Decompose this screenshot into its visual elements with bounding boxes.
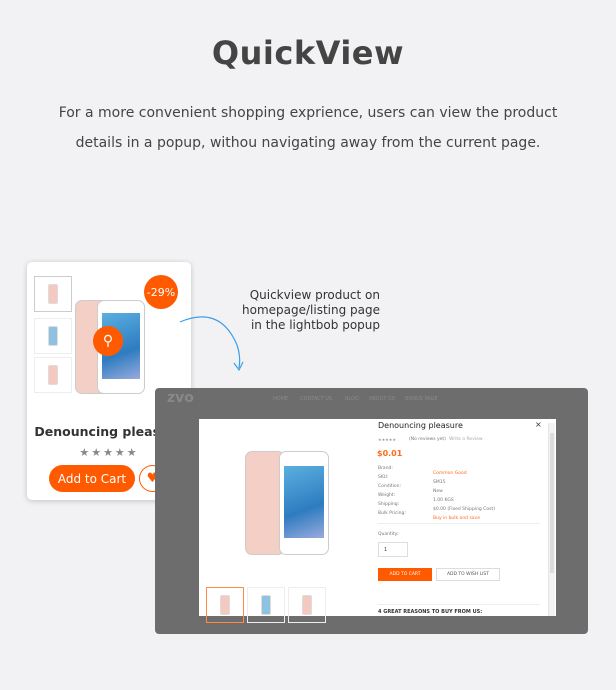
- product-image: [279, 451, 329, 555]
- detail-row: Bulk Pricing: Buy in bulk and save: [378, 511, 480, 521]
- thumbnail[interactable]: [34, 357, 72, 393]
- detail-row: Brand: Common Good: [378, 466, 467, 476]
- search-icon[interactable]: ⚲: [93, 326, 123, 356]
- divider: [378, 523, 540, 524]
- detail-row: Condition: New: [378, 484, 443, 494]
- thumbnail[interactable]: [34, 318, 72, 354]
- page-title: QuickView: [211, 34, 405, 72]
- scrollbar[interactable]: [548, 423, 555, 616]
- nav-item[interactable]: HOME: [273, 396, 288, 402]
- arrow-icon: [179, 316, 244, 372]
- rating-stars: ★★★★★: [378, 437, 396, 442]
- discount-badge: -29%: [144, 275, 178, 309]
- detail-row: SKU: SM15: [378, 475, 446, 485]
- price: $0.01: [377, 449, 403, 458]
- detail-row: Shipping: $0.00 (Fixed Shipping Cost): [378, 502, 495, 512]
- reasons-heading: 4 GREAT REASONS TO BUY FROM US:: [378, 609, 483, 615]
- add-to-cart-button[interactable]: Add to Cart: [49, 465, 135, 492]
- quantity-stepper[interactable]: 1: [378, 542, 408, 557]
- thumbnail[interactable]: [247, 587, 285, 623]
- thumbnail[interactable]: [34, 276, 72, 312]
- description-line: For a more convenient shopping exprience…: [58, 105, 558, 121]
- quantity-value: 1: [384, 547, 388, 553]
- divider: [378, 604, 540, 605]
- nav-item[interactable]: ABOUT US: [369, 396, 395, 402]
- write-review-link[interactable]: Write a Review: [449, 437, 483, 442]
- nav-item[interactable]: BONUS PAGE: [405, 396, 438, 402]
- quantity-label: Quantity:: [378, 532, 399, 537]
- annotation-line: Quickview product on: [249, 288, 380, 302]
- logo: zvo: [167, 390, 194, 406]
- quickview-popup: Denouncing pleasure × ★★★★★ (No reviews …: [199, 419, 556, 623]
- nav-item[interactable]: BLOG: [345, 396, 359, 402]
- popup-title: Denouncing pleasure: [378, 421, 463, 430]
- close-icon[interactable]: ×: [535, 420, 542, 429]
- thumbnail[interactable]: [288, 587, 326, 623]
- thumbnail[interactable]: [206, 587, 244, 623]
- detail-row: Weight: 1.00 KGS: [378, 493, 454, 503]
- reviews-count: (No reviews yet): [409, 437, 446, 442]
- add-to-cart-button[interactable]: ADD TO CART: [378, 568, 432, 581]
- description-line: details in a popup, withou navigating aw…: [75, 135, 541, 151]
- add-to-wishlist-button[interactable]: ADD TO WISH LIST: [436, 568, 500, 581]
- nav-item[interactable]: CONTACT US: [300, 396, 332, 402]
